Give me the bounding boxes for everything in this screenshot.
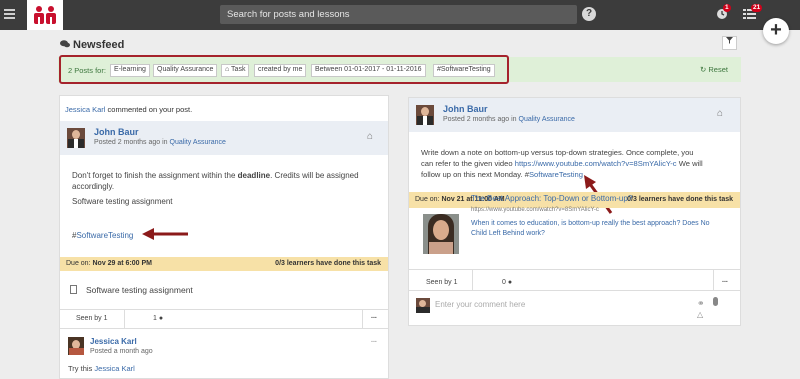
annotation-arrow xyxy=(142,228,188,240)
comment-more-button[interactable]: ... xyxy=(371,337,377,344)
help-icon[interactable]: ? xyxy=(582,7,596,21)
comment-icon: ● xyxy=(158,315,164,322)
hashtag-line: #SoftwareTesting xyxy=(72,231,134,240)
activity-line: Jessica Karl commented on your post. xyxy=(65,105,192,114)
filter-icon xyxy=(726,37,733,44)
posted-time: Posted 2 months ago in xyxy=(94,139,168,146)
author-name[interactable]: John Baur xyxy=(94,127,139,137)
divider xyxy=(60,309,388,310)
hashtag-link[interactable]: SoftwareTesting xyxy=(76,231,133,240)
comment-input[interactable]: Enter your comment here xyxy=(435,300,525,309)
reset-button[interactable]: ↻ Reset xyxy=(700,65,728,74)
filter-chip-created-by-me[interactable]: created by me xyxy=(254,64,307,77)
seen-by[interactable]: Seen by 1 xyxy=(76,315,108,322)
filter-chip-hashtag[interactable]: #SoftwareTesting xyxy=(433,64,495,77)
learners-status: 0/3 learners have done this task xyxy=(275,260,381,267)
author-avatar[interactable] xyxy=(67,128,85,148)
body-text-1: Write down a note on bottom-up versus to… xyxy=(421,148,694,157)
post-body: Write down a note on bottom-up versus to… xyxy=(421,148,703,179)
mention-link[interactable]: Jessica Karl xyxy=(94,364,134,373)
post-meta: Posted 2 months ago in Quality Assurance xyxy=(94,139,226,146)
author-avatar[interactable] xyxy=(416,105,434,125)
assignment-link[interactable]: Software testing assignment xyxy=(72,196,173,207)
home-icon[interactable]: ⌂ xyxy=(717,108,723,119)
divider xyxy=(713,270,714,290)
preview-url: https://www.youtube.com/watch?v=8SmYAlic… xyxy=(471,207,599,213)
filter-summary: 2 Posts for: xyxy=(68,66,106,75)
learners-status: 0/3 learners have done this task xyxy=(627,196,733,203)
search-input[interactable]: Search for posts and lessons xyxy=(220,5,577,24)
post-body: Don't forget to finish the assignment wi… xyxy=(72,170,372,192)
posted-time: Posted 2 months ago in xyxy=(443,116,517,123)
activity-text: commented on your post. xyxy=(107,105,193,114)
logo-icon xyxy=(34,6,56,24)
more-options-button[interactable]: ... xyxy=(371,313,377,320)
body-text-2: . Credits will be assigned xyxy=(270,171,359,180)
filter-chip-task-label: Task xyxy=(231,66,246,73)
post-card-right: John Baur Posted 2 months ago in Quality… xyxy=(408,97,741,326)
post-author-header: John Baur Posted 2 months ago in Quality… xyxy=(60,121,388,155)
create-post-button[interactable]: + xyxy=(763,18,789,44)
body-text-1: Don't forget to finish the assignment wi… xyxy=(72,171,236,180)
group-link[interactable]: Quality Assurance xyxy=(170,139,226,146)
microphone-icon[interactable] xyxy=(713,297,718,306)
messages-badge: 21 xyxy=(751,4,763,12)
body-text-4: follow up on this next Monday. xyxy=(421,170,523,179)
author-name[interactable]: John Baur xyxy=(443,104,488,114)
filter-button[interactable] xyxy=(722,36,737,50)
comment-text: Try this Jessica Karl xyxy=(68,364,135,373)
body-text-3: We will xyxy=(678,159,703,168)
reset-label: Reset xyxy=(708,65,728,74)
post-meta: Posted 2 months ago in Quality Assurance xyxy=(443,116,575,123)
body-text-2: can refer to the given video xyxy=(421,159,513,168)
top-bar: Search for posts and lessons ? 1 21 xyxy=(0,0,800,30)
divider xyxy=(362,310,363,328)
messages-icon[interactable]: 21 xyxy=(743,4,763,22)
divider xyxy=(409,269,740,270)
commenter-avatar[interactable] xyxy=(68,337,84,355)
video-url-link[interactable]: https://www.youtube.com/watch?v=8SmYAlic… xyxy=(515,159,677,168)
preview-title-link[interactable]: The Best Approach: Top-Down or Bottom-up… xyxy=(471,194,632,203)
group-link[interactable]: Quality Assurance xyxy=(519,116,575,123)
notifications-icon[interactable]: 1 xyxy=(716,4,731,22)
comment-count[interactable]: 1 ● xyxy=(153,315,163,322)
activity-user-link[interactable]: Jessica Karl xyxy=(65,105,105,114)
video-thumbnail[interactable] xyxy=(423,214,459,254)
comment-icon: ● xyxy=(507,279,513,286)
filter-chip-task[interactable]: ⌂ Task xyxy=(221,64,250,77)
post-author-header: John Baur Posted 2 months ago in Quality… xyxy=(409,98,740,132)
attachment-item[interactable]: Software testing assignment xyxy=(70,285,193,295)
document-icon xyxy=(70,285,77,294)
comment-time: Posted a month ago xyxy=(90,348,153,355)
due-date: Due on: Nov 29 at 6:00 PM xyxy=(66,260,153,267)
app-logo[interactable] xyxy=(27,0,63,30)
due-bar: Due on: Nov 29 at 6:00 PM 0/3 learners h… xyxy=(60,257,388,271)
seen-by[interactable]: Seen by 1 xyxy=(426,279,458,286)
page-title: Newsfeed xyxy=(60,39,124,51)
home-icon[interactable]: ⌂ xyxy=(367,131,373,142)
hashtag-link[interactable]: SoftwareTesting xyxy=(529,170,583,179)
commenter-name[interactable]: Jessica Karl xyxy=(90,337,137,346)
comments-icon xyxy=(60,39,70,51)
attachment-label: Software testing assignment xyxy=(86,285,193,295)
current-user-avatar xyxy=(416,298,430,313)
drive-icon[interactable]: △ xyxy=(697,310,703,319)
post-card-left: Jessica Karl commented on your post. Joh… xyxy=(59,95,389,379)
filter-chip-date-range[interactable]: Between 01-01-2017 - 01-11-2016 xyxy=(311,64,426,77)
hamburger-menu-icon[interactable] xyxy=(4,9,15,19)
divider xyxy=(60,328,388,329)
notifications-badge: 1 xyxy=(723,4,731,12)
page-title-text: Newsfeed xyxy=(73,39,125,51)
divider xyxy=(472,270,473,290)
divider xyxy=(409,290,740,291)
filter-chip-elearning[interactable]: E-learning xyxy=(110,64,150,77)
filter-chip-quality-assurance[interactable]: Quality Assurance xyxy=(153,64,218,77)
comment-count[interactable]: 0 ● xyxy=(502,279,512,286)
body-bold: deadline xyxy=(237,171,271,180)
divider xyxy=(124,310,125,328)
body-text-3: accordingly. xyxy=(72,182,115,191)
preview-description: When it comes to education, is bottom-up… xyxy=(471,220,710,237)
attach-icon[interactable]: ⚭ xyxy=(697,298,705,309)
more-options-button[interactable]: ... xyxy=(722,277,728,284)
